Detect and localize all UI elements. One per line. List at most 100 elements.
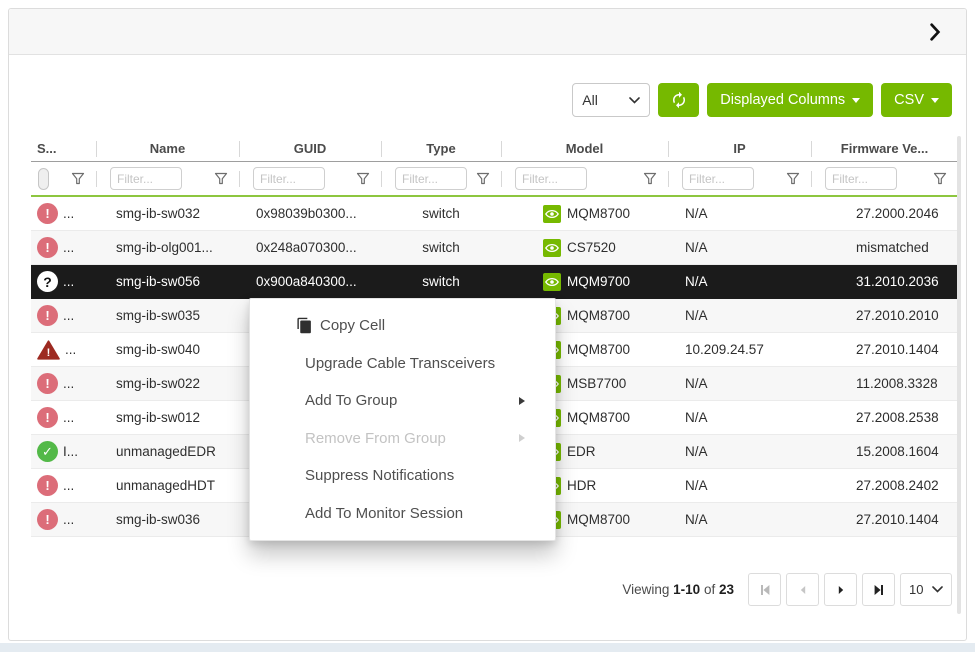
first-page-button[interactable]	[748, 573, 781, 606]
menu-item-copy-cell[interactable]: Copy Cell	[250, 307, 555, 345]
cell-guid: 0x900a840300...	[239, 274, 381, 289]
column-header-severity[interactable]: S...	[31, 136, 96, 161]
filter-funnel-icon	[643, 172, 657, 185]
cell-name: smg-ib-olg001...	[96, 240, 239, 255]
cell-severity: !...	[31, 237, 96, 258]
cell-firmware: 27.2008.2402	[811, 478, 958, 493]
filter-cell-type	[381, 162, 501, 195]
severity-error-icon: !	[37, 509, 58, 530]
page-size-value: 10	[909, 582, 923, 597]
filter-input-model[interactable]	[515, 167, 587, 190]
cell-ip: N/A	[668, 274, 811, 289]
cell-firmware: 27.2010.1404	[811, 342, 958, 357]
severity-label: I...	[63, 444, 78, 459]
next-page-button[interactable]	[824, 573, 857, 606]
severity-error-icon: !	[37, 475, 58, 496]
column-header-model[interactable]: Model	[501, 136, 668, 161]
column-header-name[interactable]: Name	[96, 136, 239, 161]
table-row[interactable]: !...smg-ib-olg001...0x248a070300...switc…	[31, 231, 958, 265]
menu-item-add-to-monitor-session[interactable]: Add To Monitor Session	[250, 495, 555, 533]
model-label: HDR	[567, 478, 596, 493]
chevron-right-icon	[928, 23, 942, 41]
menu-item-label: Remove From Group	[305, 430, 446, 447]
pagination-bar: Viewing 1-10 of 23 10	[622, 573, 952, 606]
cell-ip: N/A	[668, 512, 811, 527]
severity-ok-icon: ✓	[37, 441, 58, 462]
last-page-button[interactable]	[862, 573, 895, 606]
cell-name: smg-ib-sw035	[96, 308, 239, 323]
context-menu: Copy CellUpgrade Cable TransceiversAdd T…	[249, 298, 556, 541]
cell-ip: 10.209.24.57	[668, 342, 811, 357]
menu-item-remove-from-group: Remove From Group	[250, 420, 555, 458]
previous-page-button[interactable]	[786, 573, 819, 606]
menu-item-upgrade-cable-transceivers[interactable]: Upgrade Cable Transceivers	[250, 345, 555, 383]
table-row[interactable]: !...smg-ib-sw0320x98039b0300...switchMQM…	[31, 197, 958, 231]
cell-ip: N/A	[668, 308, 811, 323]
menu-item-add-to-group[interactable]: Add To Group	[250, 382, 555, 420]
cell-ip: N/A	[668, 410, 811, 425]
caret-down-icon	[852, 98, 860, 103]
caret-down-icon	[931, 98, 939, 103]
cell-severity: !...	[31, 340, 96, 360]
csv-label: CSV	[894, 92, 924, 108]
cell-firmware: mismatched	[811, 240, 958, 255]
filter-funnel-icon	[71, 172, 85, 185]
table-toolbar: All Displayed Columns CSV	[572, 83, 952, 117]
severity-label: ...	[63, 376, 74, 391]
sync-icon	[670, 91, 688, 109]
cell-name: smg-ib-sw012	[96, 410, 239, 425]
group-filter-select[interactable]: All	[572, 83, 650, 117]
cell-ip: N/A	[668, 240, 811, 255]
csv-export-button[interactable]: CSV	[881, 83, 952, 117]
filter-cell-name	[96, 162, 239, 195]
filter-funnel-icon	[356, 172, 370, 185]
cell-firmware: 15.2008.1604	[811, 444, 958, 459]
column-header-ip[interactable]: IP	[668, 136, 811, 161]
table-header-row: S...NameGUIDTypeModelIPFirmware Ve...	[31, 136, 958, 162]
severity-label: ...	[63, 274, 74, 289]
model-label: MQM8700	[567, 206, 630, 221]
cell-name: unmanagedHDT	[96, 478, 239, 493]
cell-severity: !...	[31, 203, 96, 224]
severity-error-icon: !	[37, 203, 58, 224]
filter-input-guid[interactable]	[253, 167, 325, 190]
next-page-icon	[833, 582, 849, 598]
collapse-panel-button[interactable]	[928, 23, 942, 41]
cell-firmware: 27.2010.2010	[811, 308, 958, 323]
severity-filter-input[interactable]	[38, 168, 49, 190]
previous-page-icon	[795, 582, 811, 598]
filter-input-name[interactable]	[110, 167, 182, 190]
filter-cell-ip	[668, 162, 811, 195]
page-size-select[interactable]: 10	[900, 573, 952, 606]
viewing-status: Viewing 1-10 of 23	[622, 582, 734, 597]
cell-severity: !...	[31, 407, 96, 428]
menu-item-suppress-notifications[interactable]: Suppress Notifications	[250, 457, 555, 495]
filter-input-firmware[interactable]	[825, 167, 897, 190]
column-header-type[interactable]: Type	[381, 136, 501, 161]
severity-label: ...	[63, 206, 74, 221]
submenu-arrow-icon	[519, 397, 525, 405]
model-label: MSB7700	[567, 376, 626, 391]
filter-cell-firmware	[811, 162, 958, 195]
cell-guid: 0x248a070300...	[239, 240, 381, 255]
filter-input-ip[interactable]	[682, 167, 754, 190]
severity-error-icon: !	[37, 305, 58, 326]
nvidia-logo-icon	[543, 239, 561, 257]
filter-funnel-icon	[476, 172, 490, 185]
vertical-scrollbar[interactable]	[957, 136, 961, 614]
table-row[interactable]: ?...smg-ib-sw0560x900a840300...switchMQM…	[31, 265, 958, 299]
filter-input-type[interactable]	[395, 167, 467, 190]
table-filter-row	[31, 162, 958, 197]
cell-type: switch	[381, 274, 501, 289]
column-header-firmware[interactable]: Firmware Ve...	[811, 136, 958, 161]
devices-panel: All Displayed Columns CSV S...NameGUIDTy…	[8, 8, 967, 641]
model-label: MQM8700	[567, 308, 630, 323]
column-header-guid[interactable]: GUID	[239, 136, 381, 161]
refresh-button[interactable]	[658, 83, 699, 117]
cell-severity: !...	[31, 373, 96, 394]
displayed-columns-button[interactable]: Displayed Columns	[707, 83, 873, 117]
cell-severity: !...	[31, 509, 96, 530]
model-label: CS7520	[567, 240, 616, 255]
model-label: MQM9700	[567, 274, 630, 289]
model-label: MQM8700	[567, 342, 630, 357]
